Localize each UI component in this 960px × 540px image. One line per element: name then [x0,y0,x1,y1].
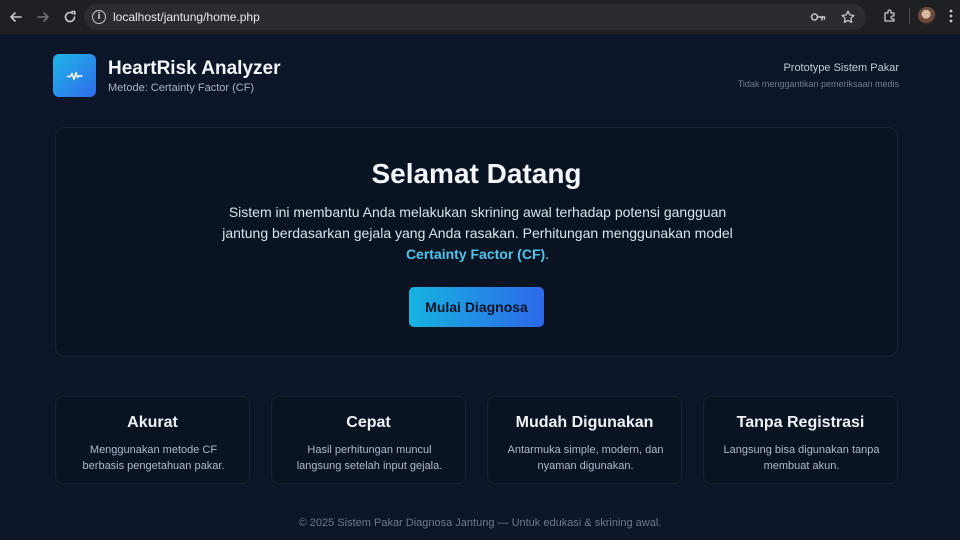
welcome-text-end: . [545,246,550,262]
star-icon[interactable] [838,7,858,27]
prototype-label: Prototype Sistem Pakar [783,62,899,74]
start-diagnosis-button[interactable]: Mulai Diagnosa [409,287,544,327]
welcome-text-body: Sistem ini membantu Anda melakukan skrin… [222,204,733,241]
feature-card-akurat: Akurat Menggunakan metode CF berbasis pe… [55,396,250,484]
feature-description: Menggunakan metode CF berbasis pengetahu… [82,444,225,472]
arrow-left-icon[interactable] [5,6,27,28]
page-content: HeartRisk Analyzer Metode: Certainty Fac… [0,34,960,540]
feature-description: Hasil perhitungan muncul langsung setela… [296,444,443,472]
certainty-factor-highlight: Certainty Factor (CF) [405,246,546,262]
feature-title: Cepat [346,414,391,431]
disclaimer-label: Tidak menggantikan pemeriksaan medis [737,79,899,89]
feature-card-tanpa-registrasi: Tanpa Registrasi Langsung bisa digunakan… [703,396,898,484]
key-icon[interactable] [808,7,828,27]
feature-card-cepat: Cepat Hasil perhitungan muncul langsung … [271,396,466,484]
page-title: Selamat Datang [371,158,582,189]
heartbeat-logo-icon [53,54,96,97]
feature-title: Mudah Digunakan [515,414,654,431]
info-icon[interactable]: i [92,10,106,24]
feature-description: Langsung bisa digunakan tanpa membuat ak… [723,444,880,472]
app-title: HeartRisk Analyzer [108,58,281,79]
address-bar[interactable]: i localhost/jantung/home.php [84,4,866,30]
feature-title: Tanpa Registrasi [736,414,865,431]
url-text[interactable]: localhost/jantung/home.php [113,10,260,24]
kebab-menu-icon[interactable] [944,5,958,27]
puzzle-icon[interactable] [879,5,901,27]
toolbar-divider [909,8,910,24]
footer-text: © 2025 Sistem Pakar Diagnosa Jantung — U… [298,517,662,529]
feature-description: Antarmuka simple, modern, dan nyaman dig… [507,444,664,472]
feature-list: Akurat Menggunakan metode CF berbasis pe… [55,396,898,484]
welcome-text: Sistem ini membantu Anda melakukan skrin… [216,202,739,265]
feature-card-mudah-digunakan: Mudah Digunakan Antarmuka simple, modern… [487,396,682,484]
avatar[interactable] [918,7,936,25]
feature-title: Akurat [127,414,178,431]
arrow-right-icon[interactable] [32,6,54,28]
browser-toolbar: i localhost/jantung/home.php [0,0,960,34]
site-header: HeartRisk Analyzer Metode: Certainty Fac… [53,54,899,98]
reload-icon[interactable] [59,6,81,28]
welcome-panel: Selamat Datang Sistem ini membantu Anda … [55,127,898,357]
app-subtitle: Metode: Certainty Factor (CF) [108,82,255,94]
